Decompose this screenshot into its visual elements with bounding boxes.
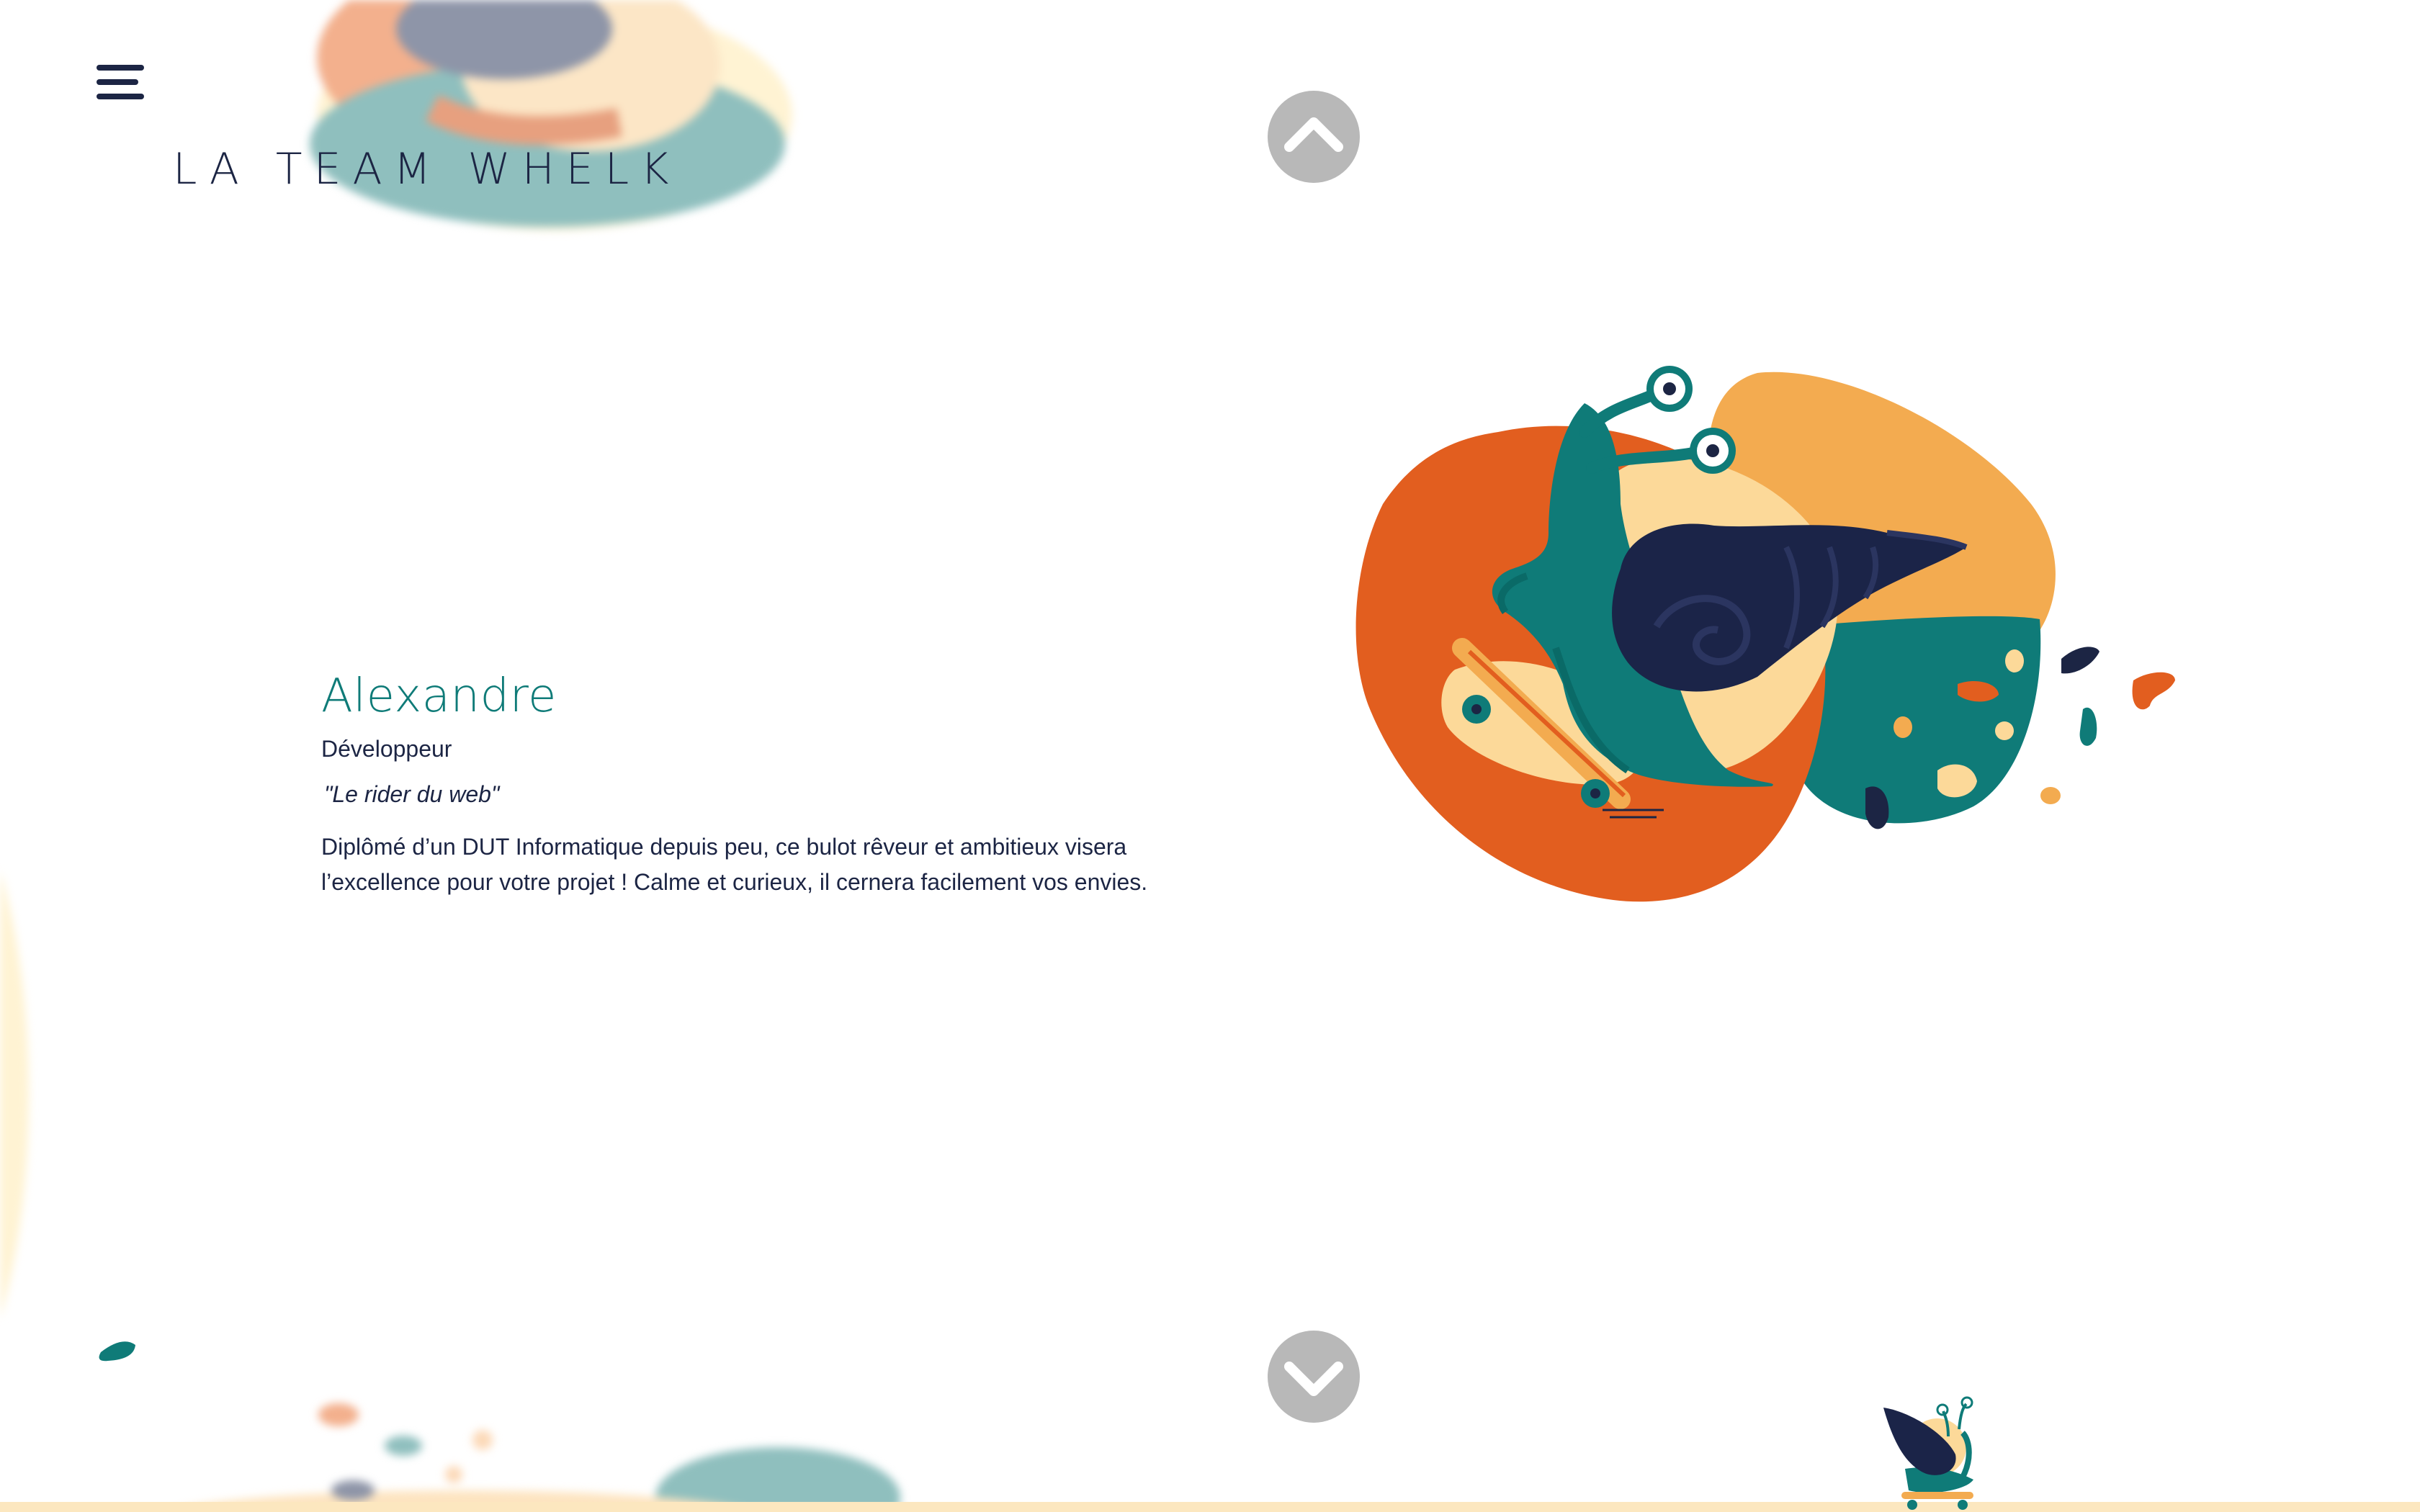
member-role: Développeur (321, 736, 452, 762)
member-quote: "Le rider du web" (324, 781, 500, 807)
member-info: Alexandre Développeur "Le rider du web" … (321, 670, 1258, 900)
next-member-button[interactable] (1268, 1331, 1360, 1423)
snail-mascot-icon (1883, 1396, 1973, 1510)
site-logo[interactable]: LA TEAM WHELK (173, 144, 677, 202)
member-bio-line: l’excellence pour votre projet ! Calme e… (321, 869, 1148, 895)
hamburger-menu-icon[interactable] (92, 59, 150, 105)
member-name: Alexandre (321, 670, 557, 723)
chevron-down-icon (1284, 1362, 1343, 1396)
snail-skater-illustration (1355, 366, 2175, 902)
member-bio-line: Diplômé d’un DUT Informatique depuis peu… (321, 834, 1127, 860)
member-bio: Diplômé d’un DUT Informatique depuis peu… (321, 829, 1229, 900)
chevron-up-icon (1284, 117, 1343, 152)
previous-member-button[interactable] (1268, 91, 1360, 183)
